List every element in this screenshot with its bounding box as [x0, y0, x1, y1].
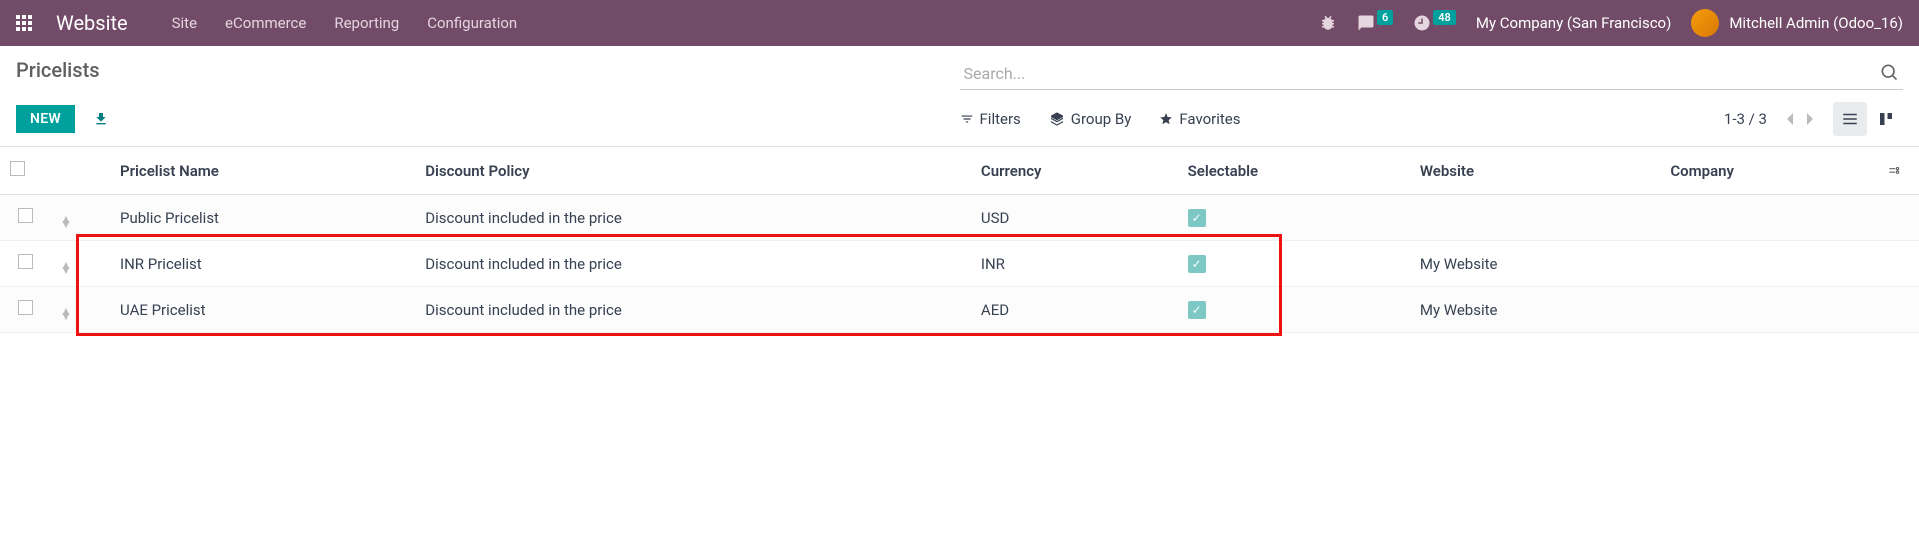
cell-company	[1660, 195, 1875, 241]
download-icon[interactable]	[93, 111, 109, 127]
list-view-button[interactable]	[1833, 102, 1867, 136]
filters-button[interactable]: Filters	[960, 110, 1021, 128]
check-icon: ✓	[1188, 255, 1206, 273]
nav-item-site[interactable]: Site	[172, 14, 197, 32]
nav-item-ecommerce[interactable]: eCommerce	[225, 14, 306, 32]
cell-currency: USD	[971, 195, 1178, 241]
messages-icon[interactable]: 6	[1357, 14, 1393, 32]
pager-prev[interactable]	[1785, 111, 1795, 127]
nav-item-configuration[interactable]: Configuration	[427, 14, 517, 32]
nav-item-reporting[interactable]: Reporting	[334, 14, 399, 32]
favorites-button[interactable]: Favorites	[1159, 110, 1240, 128]
drag-handle-icon[interactable]: ▲▼	[60, 263, 72, 273]
col-name[interactable]: Pricelist Name	[110, 147, 415, 195]
breadcrumb: Pricelists	[16, 58, 100, 82]
cell-discount: Discount included in the price	[415, 241, 971, 287]
row-checkbox[interactable]	[18, 208, 33, 223]
cell-name: UAE Pricelist	[110, 287, 415, 333]
cell-website: My Website	[1410, 241, 1660, 287]
new-button[interactable]: NEW	[16, 105, 75, 133]
check-icon: ✓	[1188, 209, 1206, 227]
cell-currency: AED	[971, 287, 1178, 333]
activities-badge: 48	[1433, 10, 1456, 25]
col-discount[interactable]: Discount Policy	[415, 147, 971, 195]
optional-columns-icon[interactable]	[1885, 164, 1903, 178]
list-container: Pricelist Name Discount Policy Currency …	[0, 147, 1919, 333]
table-row[interactable]: ▲▼ UAE Pricelist Discount included in th…	[0, 287, 1919, 333]
cell-name: INR Pricelist	[110, 241, 415, 287]
user-name: Mitchell Admin (Odoo_16)	[1729, 14, 1903, 32]
table-row[interactable]: ▲▼ INR Pricelist Discount included in th…	[0, 241, 1919, 287]
cell-selectable: ✓	[1178, 195, 1410, 241]
row-checkbox[interactable]	[18, 254, 33, 269]
cell-website: My Website	[1410, 287, 1660, 333]
avatar	[1691, 9, 1719, 37]
control-panel: Pricelists NEW Filters Group By Favorite…	[0, 46, 1919, 147]
groupby-button[interactable]: Group By	[1049, 110, 1132, 128]
pager-next[interactable]	[1805, 111, 1815, 127]
check-icon: ✓	[1188, 301, 1206, 319]
user-menu[interactable]: Mitchell Admin (Odoo_16)	[1691, 9, 1903, 37]
cell-website	[1410, 195, 1660, 241]
debug-icon[interactable]	[1319, 14, 1337, 32]
col-selectable[interactable]: Selectable	[1178, 147, 1410, 195]
pager-text[interactable]: 1-3 / 3	[1724, 110, 1767, 128]
cell-selectable: ✓	[1178, 287, 1410, 333]
col-website[interactable]: Website	[1410, 147, 1660, 195]
main-navbar: Website Site eCommerce Reporting Configu…	[0, 0, 1919, 46]
pricelist-table: Pricelist Name Discount Policy Currency …	[0, 147, 1919, 333]
drag-handle-icon[interactable]: ▲▼	[60, 217, 72, 227]
search-input[interactable]	[960, 58, 1904, 90]
activities-icon[interactable]: 48	[1413, 14, 1456, 32]
cell-company	[1660, 287, 1875, 333]
col-company[interactable]: Company	[1660, 147, 1875, 195]
cell-selectable: ✓	[1178, 241, 1410, 287]
search-icon[interactable]	[1879, 62, 1899, 82]
messages-badge: 6	[1377, 10, 1393, 25]
kanban-view-button[interactable]	[1869, 102, 1903, 136]
cell-currency: INR	[971, 241, 1178, 287]
company-switcher[interactable]: My Company (San Francisco)	[1476, 14, 1671, 32]
select-all-checkbox[interactable]	[10, 161, 25, 176]
col-currency[interactable]: Currency	[971, 147, 1178, 195]
cell-name: Public Pricelist	[110, 195, 415, 241]
cell-discount: Discount included in the price	[415, 195, 971, 241]
app-name[interactable]: Website	[56, 11, 128, 35]
cell-discount: Discount included in the price	[415, 287, 971, 333]
apps-icon[interactable]	[16, 15, 32, 31]
cell-company	[1660, 241, 1875, 287]
table-row[interactable]: ▲▼ Public Pricelist Discount included in…	[0, 195, 1919, 241]
drag-handle-icon[interactable]: ▲▼	[60, 309, 72, 319]
row-checkbox[interactable]	[18, 300, 33, 315]
